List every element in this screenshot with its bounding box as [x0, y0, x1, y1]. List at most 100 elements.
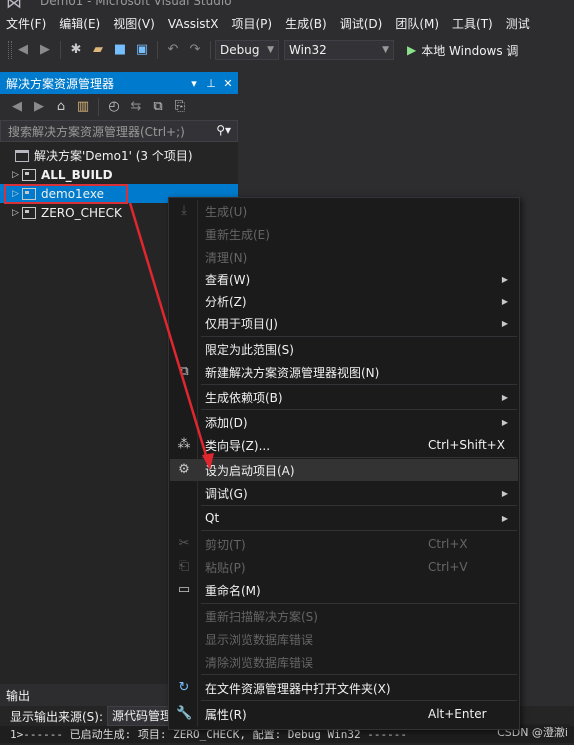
output-source-value: 源代码管理	[112, 709, 170, 723]
panel-title: 解决方案资源管理器	[6, 76, 115, 91]
start-debugging-button[interactable]: ▶ 本地 Windows 调	[407, 42, 518, 59]
menu-item-label: 在文件资源管理器中打开文件夹(X)	[205, 681, 391, 696]
toolbar-divider	[98, 98, 99, 116]
output-source-dropdown[interactable]: 源代码管理	[107, 706, 170, 726]
menu-item-clean[interactable]: 清理(N)	[170, 246, 518, 268]
menu-item-rename[interactable]: ▭ 重命名(M)	[170, 579, 518, 601]
menu-item-label: 生成(U)	[205, 204, 248, 219]
output-source-label: 显示输出来源(S):	[10, 709, 104, 724]
menu-item-rescan-solution[interactable]: 重新扫描解决方案(S)	[170, 605, 518, 627]
dropdown-icon[interactable]: ▾	[187, 77, 201, 90]
menu-test[interactable]: 测试	[500, 13, 537, 35]
search-icon[interactable]: ⚲▾	[216, 123, 231, 137]
toolbar-divider	[60, 41, 61, 59]
project-label: ALL_BUILD	[41, 167, 113, 182]
project-node-all-build[interactable]: ▷ ALL_BUILD	[0, 165, 238, 184]
collapse-all-icon[interactable]: ⧉	[150, 99, 166, 115]
menu-item-new-explorer-view[interactable]: ⧉ 新建解决方案资源管理器视图(N)	[170, 361, 518, 383]
menu-item-label: 分析(Z)	[205, 294, 247, 309]
open-file-icon[interactable]: ▰	[90, 42, 106, 58]
standard-toolbar: ◀ ▶ ✱ ▰ ■ ▣ ↶ ↷ Debug ▼ Win32 ▼ ▶ 本地 Win…	[0, 37, 574, 63]
home-icon[interactable]: ⌂	[53, 99, 69, 115]
menu-edit[interactable]: 编辑(E)	[53, 13, 107, 35]
menu-build[interactable]: 生成(B)	[279, 13, 334, 35]
menu-item-clear-db-errors[interactable]: 清除浏览数据库错误	[170, 651, 518, 673]
chevron-down-icon: ▼	[267, 45, 274, 55]
new-project-icon[interactable]: ✱	[68, 42, 84, 58]
menu-item-debug[interactable]: 调试(G) ▶	[170, 482, 518, 504]
menu-item-scope-to-this[interactable]: 限定为此范围(S)	[170, 338, 518, 360]
context-menu: ⤓ 生成(U) 重新生成(E) 清理(N) 查看(W) ▶ 分析(Z) ▶ 仅用…	[168, 197, 520, 730]
solution-search-input[interactable]: 搜索解决方案资源管理器(Ctrl+;) ⚲▾	[0, 120, 238, 142]
redo-icon[interactable]: ↷	[187, 42, 203, 58]
menu-item-label: 属性(R)	[205, 707, 247, 722]
menu-separator	[201, 674, 517, 675]
platform-dropdown[interactable]: Win32 ▼	[284, 40, 394, 60]
menu-item-build-dependencies[interactable]: 生成依赖项(B) ▶	[170, 386, 518, 408]
menu-item-properties[interactable]: 🔧 属性(R) Alt+Enter	[170, 703, 518, 725]
switch-views-icon[interactable]: ▥	[75, 99, 91, 115]
menu-item-view[interactable]: 查看(W) ▶	[170, 268, 518, 290]
save-all-icon[interactable]: ▣	[134, 42, 150, 58]
menu-item-build[interactable]: ⤓ 生成(U)	[170, 200, 518, 222]
menu-vassistx[interactable]: VAssistX	[162, 13, 226, 35]
menu-item-show-db-errors[interactable]: 显示浏览数据库错误	[170, 628, 518, 650]
menu-tools[interactable]: 工具(T)	[446, 13, 500, 35]
menu-item-label: 清理(N)	[205, 250, 248, 265]
submenu-arrow-icon: ▶	[501, 318, 508, 328]
menu-separator	[201, 700, 517, 701]
forward-icon[interactable]: ▶	[31, 99, 47, 115]
sync-icon[interactable]: ⇆	[128, 99, 144, 115]
configuration-dropdown[interactable]: Debug ▼	[215, 40, 279, 60]
play-icon: ▶	[407, 43, 417, 57]
menu-view[interactable]: 视图(V)	[107, 13, 162, 35]
menu-item-qt[interactable]: Qt ▶	[170, 507, 518, 529]
menu-item-open-in-explorer[interactable]: ↻ 在文件资源管理器中打开文件夹(X)	[170, 677, 518, 699]
close-icon[interactable]: ✕	[221, 77, 235, 90]
menu-file[interactable]: 文件(F)	[0, 13, 53, 35]
menu-debug[interactable]: 调试(D)	[334, 13, 390, 35]
submenu-arrow-icon: ▶	[501, 417, 508, 427]
back-icon[interactable]: ◀	[15, 42, 31, 58]
menu-item-label: 重新扫描解决方案(S)	[205, 609, 318, 624]
toolbar-divider	[157, 41, 158, 59]
menu-item-rebuild[interactable]: 重新生成(E)	[170, 223, 518, 245]
toolbar-grip[interactable]	[8, 41, 12, 59]
menu-separator	[201, 603, 517, 604]
highlight-box	[4, 184, 128, 204]
show-all-files-icon[interactable]: ⎘	[172, 99, 188, 115]
menu-item-class-wizard[interactable]: ⁂ 类向导(Z)... Ctrl+Shift+X	[170, 434, 518, 456]
menu-item-project-only[interactable]: 仅用于项目(J) ▶	[170, 312, 518, 334]
pin-icon[interactable]: ⊥	[204, 77, 218, 90]
save-icon[interactable]: ■	[112, 42, 128, 58]
rename-icon: ▭	[177, 582, 191, 597]
undo-icon[interactable]: ↶	[165, 42, 181, 58]
expand-arrow-icon[interactable]: ▷	[12, 170, 22, 180]
menu-item-label: 新建解决方案资源管理器视图(N)	[205, 365, 380, 380]
menu-item-add[interactable]: 添加(D) ▶	[170, 411, 518, 433]
menu-item-label: 添加(D)	[205, 415, 248, 430]
new-view-icon: ⧉	[179, 364, 189, 379]
solution-node[interactable]: 解决方案'Demo1' (3 个项目)	[0, 146, 238, 165]
menu-item-shortcut: Ctrl+X	[428, 537, 468, 551]
submenu-arrow-icon: ▶	[501, 296, 508, 306]
menu-item-paste[interactable]: ⎗ 粘贴(P) Ctrl+V	[170, 556, 518, 578]
toolbar-divider	[210, 41, 211, 59]
gear-icon: ⚙	[178, 462, 190, 477]
menu-separator	[201, 409, 517, 410]
open-folder-icon: ↻	[178, 680, 190, 695]
expand-arrow-icon[interactable]: ▷	[12, 208, 22, 218]
configuration-value: Debug	[220, 43, 260, 57]
menu-team[interactable]: 团队(M)	[389, 13, 446, 35]
build-icon: ⤓	[181, 203, 187, 218]
forward-icon[interactable]: ▶	[37, 42, 53, 58]
menu-item-label: 剪切(T)	[205, 537, 246, 552]
menu-item-analyze[interactable]: 分析(Z) ▶	[170, 290, 518, 312]
menu-item-cut[interactable]: ✂ 剪切(T) Ctrl+X	[170, 533, 518, 555]
menu-item-label: 清除浏览数据库错误	[205, 655, 314, 670]
back-icon[interactable]: ◀	[9, 99, 25, 115]
menu-project[interactable]: 项目(P)	[225, 13, 279, 35]
menu-item-shortcut: Ctrl+V	[428, 560, 468, 574]
pending-changes-filter-icon[interactable]: ◴	[106, 99, 122, 115]
menu-item-set-startup-project[interactable]: ⚙ 设为启动项目(A)	[170, 459, 518, 481]
